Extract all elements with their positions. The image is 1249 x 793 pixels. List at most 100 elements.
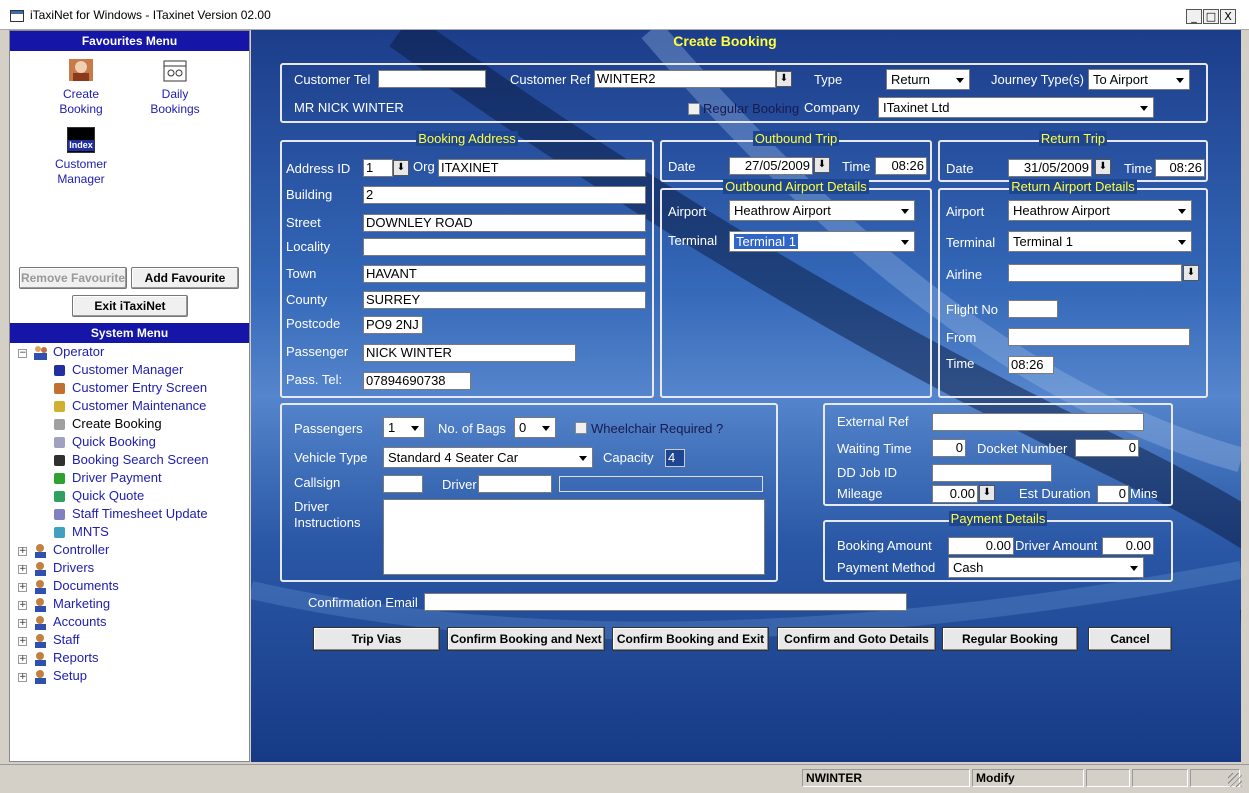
fav-customer-manager[interactable]: Index Customer Manager [50,127,112,187]
booking-amount-input[interactable]: 0.00 [948,537,1014,555]
driver-amount-input[interactable]: 0.00 [1102,537,1154,555]
return-flight-time-input[interactable]: 08:26 [1008,356,1054,374]
expand-icon[interactable]: + [18,637,27,646]
bags-select[interactable]: 0 [514,417,556,438]
tree-item-driver-payment[interactable]: Driver Payment [54,470,162,485]
expand-icon[interactable]: + [18,583,27,592]
tree-item-quick-quote[interactable]: Quick Quote [54,488,144,503]
tree-drivers[interactable]: Drivers [35,560,94,576]
exit-button[interactable]: Exit iTaxiNet [72,295,188,317]
passengers-select[interactable]: 1 [383,417,425,438]
mileage-calc-button[interactable]: ⬇ [979,485,995,501]
company-select[interactable]: ITaxinet Ltd [878,97,1154,118]
remove-favourite-button[interactable]: Remove Favourite [19,267,127,289]
outbound-airport-select[interactable]: Heathrow Airport [729,200,915,221]
expand-icon[interactable]: + [18,565,27,574]
tree-setup[interactable]: Setup [35,668,87,684]
mileage-input[interactable]: 0.00 [932,485,978,503]
customer-ref-lookup-button[interactable]: ⬇ [776,71,792,87]
customer-tel-input[interactable] [378,70,486,88]
tree-item-create-booking[interactable]: Create Booking [54,416,162,431]
address-id-input[interactable]: 1 [363,159,393,177]
outbound-terminal-select[interactable]: Terminal 1 [729,231,915,252]
building-input[interactable]: 2 [363,186,646,204]
tree-item-quick-booking[interactable]: Quick Booking [54,434,156,449]
tree-staff[interactable]: Staff [35,632,80,648]
outbound-date-input[interactable]: 27/05/2009 [729,157,813,175]
expand-icon[interactable]: + [18,619,27,628]
return-date-input[interactable]: 31/05/2009 [1008,159,1092,177]
tree-operator[interactable]: Operator [34,344,104,360]
driver-instructions-textarea[interactable] [383,499,765,575]
expand-icon[interactable]: + [18,655,27,664]
tree-item-booking-search-screen[interactable]: Booking Search Screen [54,452,209,467]
tree-item-customer-manager[interactable]: Customer Manager [54,362,183,377]
outbound-time-input[interactable]: 08:26 [875,157,927,175]
cancel-button[interactable]: Cancel [1088,627,1172,651]
confirm-next-button[interactable]: Confirm Booking and Next [447,627,605,651]
payment-method-select[interactable]: Cash [948,557,1144,578]
resize-grip-icon[interactable] [1228,773,1242,787]
vehicle-type-select[interactable]: Standard 4 Seater Car [383,447,593,468]
address-id-lookup-button[interactable]: ⬇ [393,160,409,176]
est-duration-input[interactable]: 0 [1097,485,1129,503]
locality-input[interactable] [363,238,646,256]
trip-vias-button[interactable]: Trip Vias [313,627,440,651]
minimize-button[interactable]: _ [1186,9,1202,24]
customer-ref-input[interactable]: WINTER2 [594,70,776,88]
pass-tel-input[interactable]: 07894690738 [363,372,471,390]
regular-booking-button[interactable]: Regular Booking [942,627,1078,651]
return-airport-select[interactable]: Heathrow Airport [1008,200,1192,221]
street-input[interactable]: DOWNLEY ROAD [363,214,646,232]
maximize-button[interactable]: □ [1203,9,1219,24]
external-ref-input[interactable] [932,413,1144,431]
airline-input[interactable] [1008,264,1182,282]
callsign-input[interactable] [383,475,423,493]
expand-icon[interactable]: + [18,601,27,610]
customer-entry-screen-icon [52,381,67,396]
tree-item-customer-entry-screen[interactable]: Customer Entry Screen [54,380,207,395]
return-terminal-select[interactable]: Terminal 1 [1008,231,1192,252]
airline-lookup-button[interactable]: ⬇ [1183,265,1199,281]
confirm-exit-button[interactable]: Confirm Booking and Exit [612,627,769,651]
tree-accounts[interactable]: Accounts [35,614,106,630]
fav-daily-bookings[interactable]: Daily Bookings [144,57,206,117]
journey-type-select[interactable]: To Airport [1088,69,1190,90]
dd-job-id-label: DD Job ID [837,465,897,480]
tree-documents[interactable]: Documents [35,578,119,594]
expand-icon[interactable]: + [18,547,27,556]
flight-no-input[interactable] [1008,300,1058,318]
tree-reports[interactable]: Reports [35,650,99,666]
type-select[interactable]: Return [886,69,970,90]
tree-item-mnts[interactable]: MNTS [54,524,109,539]
waiting-time-input[interactable]: 0 [932,439,966,457]
confirm-goto-details-button[interactable]: Confirm and Goto Details [777,627,936,651]
close-button[interactable]: X [1220,9,1236,24]
outbound-date-picker-button[interactable]: ⬇ [814,157,830,173]
from-input[interactable] [1008,328,1190,346]
tree-item-staff-timesheet-update[interactable]: Staff Timesheet Update [54,506,208,521]
regular-booking-checkbox[interactable] [688,103,700,115]
tree-item-customer-maintenance[interactable]: Customer Maintenance [54,398,206,413]
return-date-picker-button[interactable]: ⬇ [1095,159,1111,175]
tree-marketing[interactable]: Marketing [35,596,110,612]
return-flight-time-label: Time [946,356,975,371]
postcode-input[interactable]: PO9 2NJ [363,316,423,334]
est-duration-label: Est Duration [1019,486,1091,501]
fav-create-booking[interactable]: Create Booking [50,57,112,117]
driver-input[interactable] [478,475,552,493]
return-trip-group: Return Trip Date 31/05/2009 ⬇ Time 08:26 [938,131,1208,182]
expand-icon[interactable]: + [18,673,27,682]
dd-job-id-input[interactable] [932,464,1052,482]
passenger-input[interactable]: NICK WINTER [363,344,576,362]
tree-controller[interactable]: Controller [35,542,109,558]
return-time-input[interactable]: 08:26 [1155,159,1205,177]
docket-number-input[interactable]: 0 [1075,439,1139,457]
confirmation-email-input[interactable] [424,593,907,611]
add-favourite-button[interactable]: Add Favourite [131,267,239,289]
county-input[interactable]: SURREY [363,291,646,309]
wheelchair-checkbox[interactable] [575,422,587,434]
org-input[interactable]: ITAXINET [438,159,646,177]
collapse-icon[interactable]: − [18,349,27,358]
town-input[interactable]: HAVANT [363,265,646,283]
